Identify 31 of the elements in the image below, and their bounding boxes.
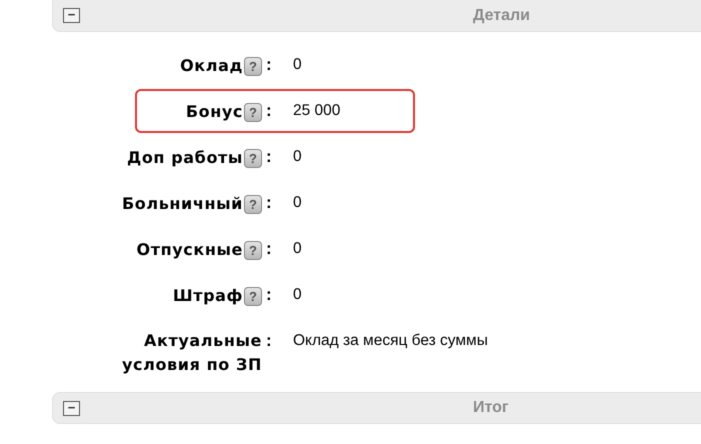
field-label: Бонус (186, 101, 243, 123)
help-icon[interactable]: ? (244, 148, 262, 168)
colon: : (265, 100, 273, 122)
colon: : (265, 192, 273, 214)
field-value: 25 000 (292, 101, 342, 121)
field-label: Штраф (172, 285, 243, 307)
field-value: 0 (292, 147, 303, 167)
field-label: Оклад (180, 55, 243, 77)
help-icon[interactable]: ? (244, 194, 262, 214)
colon: : (265, 330, 273, 352)
field-label: Актуальные условия по ЗП (121, 330, 262, 376)
field-label: Отпускные (136, 239, 243, 261)
collapse-toggle[interactable]: − (63, 8, 80, 23)
help-icon[interactable]: ? (244, 102, 262, 122)
field-label: Больничный (122, 193, 243, 215)
colon: : (265, 146, 273, 168)
help-icon[interactable]: ? (244, 56, 262, 76)
field-value: 0 (292, 285, 303, 305)
field-label: Доп работы (126, 147, 243, 169)
collapse-toggle[interactable]: − (63, 400, 80, 416)
field-value: Оклад за месяц без суммы (292, 331, 489, 351)
colon: : (265, 284, 273, 306)
colon: : (265, 238, 273, 260)
help-icon[interactable]: ? (244, 286, 262, 306)
section-title: Детали (473, 6, 530, 24)
section-title: Итог (473, 399, 509, 417)
field-value: 0 (292, 239, 303, 259)
colon: : (265, 54, 273, 76)
field-value: 0 (292, 193, 303, 213)
help-icon[interactable]: ? (244, 240, 262, 260)
field-value: 0 (292, 55, 303, 75)
